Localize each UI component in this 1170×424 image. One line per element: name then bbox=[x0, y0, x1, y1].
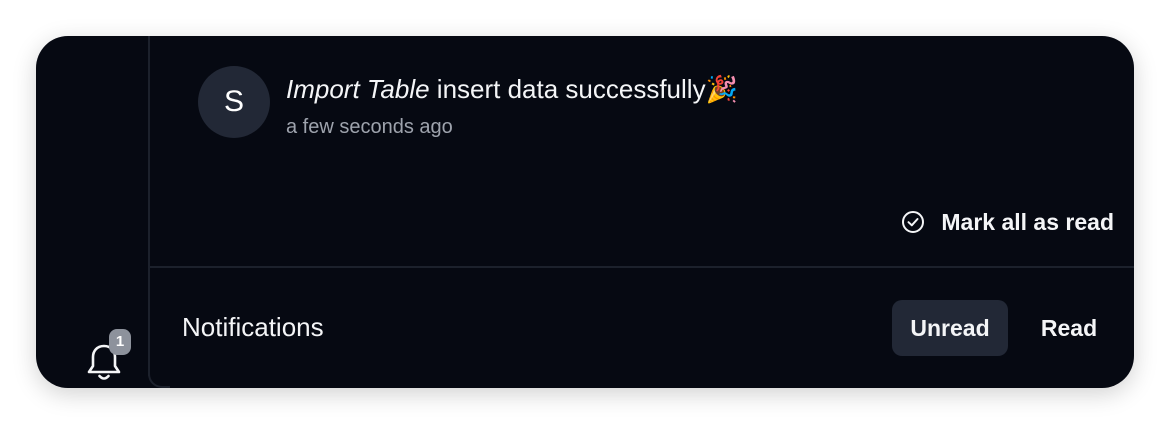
notification-timestamp: a few seconds ago bbox=[286, 116, 453, 138]
footer-divider bbox=[150, 266, 1134, 268]
notification-count-badge: 1 bbox=[109, 329, 131, 355]
notification-message: Import Table insert data successfully🎉 bbox=[286, 72, 738, 106]
tab-unread[interactable]: Unread bbox=[892, 300, 1008, 356]
notification-text: insert data successfully bbox=[429, 74, 706, 104]
mark-all-read-label: Mark all as read bbox=[941, 208, 1114, 235]
notification-source: Import Table bbox=[286, 74, 430, 104]
sidebar-rail: 1 bbox=[36, 36, 148, 388]
avatar: S bbox=[198, 66, 270, 138]
check-circle-icon bbox=[901, 210, 925, 234]
panel-title: Notifications bbox=[182, 312, 324, 342]
notification-window: 1 S Import Table insert data successfull… bbox=[36, 36, 1134, 388]
notification-panel: S Import Table insert data successfully🎉… bbox=[150, 36, 1134, 388]
party-popper-icon: 🎉 bbox=[705, 74, 738, 104]
notification-item[interactable]: S Import Table insert data successfully🎉… bbox=[198, 66, 998, 146]
mark-all-read-button[interactable]: Mark all as read bbox=[901, 206, 1114, 238]
tab-read[interactable]: Read bbox=[1024, 300, 1114, 356]
